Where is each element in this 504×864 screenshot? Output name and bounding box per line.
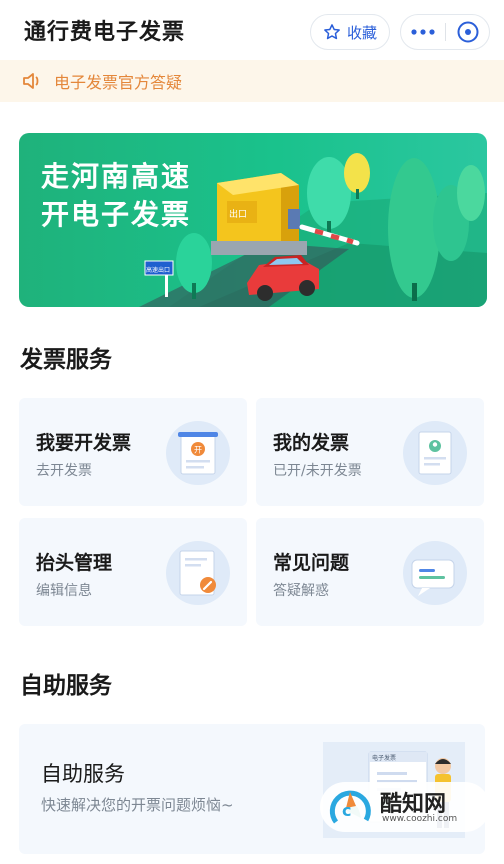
chat-bubble-icon <box>403 541 467 605</box>
card-title: 我要开发票 <box>36 432 132 454</box>
svg-text:c: c <box>342 801 351 820</box>
notice-text: 电子发票官方答疑 <box>54 73 183 92</box>
card-subtitle: 去开发票 <box>36 463 92 479</box>
card-title: 我的发票 <box>273 432 350 454</box>
star-icon <box>324 24 340 40</box>
edit-document-icon <box>166 541 230 605</box>
card-title: 抬头管理 <box>36 552 113 574</box>
invoice-services-heading: 发票服务 <box>20 347 112 373</box>
self-service-heading: 自助服务 <box>20 673 112 699</box>
card-title: 常见问题 <box>273 552 350 574</box>
issue-invoice-icon: 开 <box>166 421 230 485</box>
coozhi-logo-icon: c <box>329 790 371 824</box>
favorite-button[interactable]: 收藏 <box>310 14 390 50</box>
title-management-card[interactable]: 抬头管理 编辑信息 <box>19 518 247 626</box>
self-service-card-subtitle: 快速解决您的开票问题烦恼~ <box>41 796 234 814</box>
self-service-card-title: 自助服务 <box>41 762 125 786</box>
card-subtitle: 答疑解惑 <box>273 583 329 599</box>
banner-sign-labels: 出口 高速出口 <box>146 208 247 274</box>
screen-label: 电子发票 <box>372 754 396 762</box>
invoice-document-icon <box>403 421 467 485</box>
top-bar: 通行费电子发票 收藏 <box>0 0 504 62</box>
promo-banner[interactable]: 走河南高速 开电子发票 出口 高速出口 <box>19 133 487 307</box>
site-watermark: c 酷知网 www.coozhi.com <box>320 782 490 832</box>
close-circle-icon <box>457 21 478 43</box>
page-title: 通行费电子发票 <box>24 20 186 45</box>
faq-card[interactable]: 常见问题 答疑解惑 <box>256 518 484 626</box>
favorite-label: 收藏 <box>346 23 377 42</box>
notice-bar[interactable]: 电子发票官方答疑 <box>0 60 504 102</box>
watermark-url: www.coozhi.com <box>382 814 458 824</box>
card-subtitle: 编辑信息 <box>36 583 92 599</box>
issue-invoice-badge: 开 <box>194 446 202 455</box>
more-button[interactable] <box>401 15 444 49</box>
booth-sign-label: 出口 <box>229 208 247 220</box>
mini-app-capsule <box>400 14 490 50</box>
card-subtitle: 已开/未开发票 <box>273 463 362 479</box>
road-sign-label: 高速出口 <box>146 266 170 274</box>
my-invoices-card[interactable]: 我的发票 已开/未开发票 <box>256 398 484 506</box>
close-button[interactable] <box>446 15 489 49</box>
speaker-icon <box>23 73 39 89</box>
issue-invoice-card[interactable]: 我要开发票 去开发票 开 <box>19 398 247 506</box>
more-dots-icon <box>410 29 435 35</box>
